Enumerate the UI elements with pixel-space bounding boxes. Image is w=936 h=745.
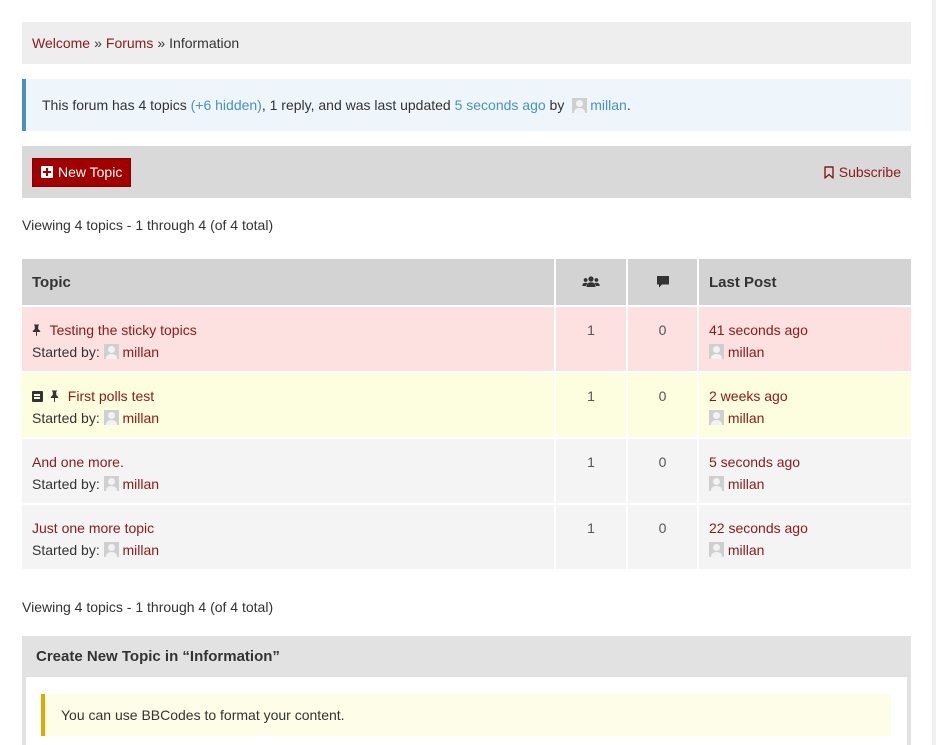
posts-count: 0 xyxy=(628,373,699,437)
notice-middle: , 1 reply, and was last updated xyxy=(261,97,455,113)
subscribe-label: Subscribe xyxy=(838,164,901,180)
breadcrumb-separator: » xyxy=(94,35,102,51)
topic-title-link[interactable]: First polls test xyxy=(68,388,154,404)
poll-icon xyxy=(32,391,43,402)
avatar-icon[interactable] xyxy=(709,476,724,491)
notice-user-link[interactable]: millan xyxy=(590,97,627,113)
last-post-cell: 5 seconds ago millan xyxy=(699,439,911,503)
avatar-icon[interactable] xyxy=(572,97,588,113)
last-post-cell: 2 weeks ago millan xyxy=(699,373,911,437)
pagination-count-top: Viewing 4 topics - 1 through 4 (of 4 tot… xyxy=(22,217,274,233)
last-updated-link[interactable]: 5 seconds ago xyxy=(455,97,546,113)
avatar-icon[interactable] xyxy=(103,410,119,425)
posts-count: 0 xyxy=(628,307,699,371)
table-row: Just one more topic Started by: millan 1… xyxy=(22,505,911,571)
last-post-user-link[interactable]: millan xyxy=(728,410,765,426)
table-row: Testing the sticky topics Started by: mi… xyxy=(22,307,911,373)
comment-icon xyxy=(656,276,669,288)
header-topic: Topic xyxy=(22,259,556,305)
table-row: And one more. Started by: millan 1 0 5 s… xyxy=(22,439,911,505)
pagination-count-bottom: Viewing 4 topics - 1 through 4 (of 4 tot… xyxy=(22,599,274,615)
voices-count: 1 xyxy=(556,439,628,503)
breadcrumb-welcome-link[interactable]: Welcome xyxy=(32,35,90,51)
started-by-label: Started by: xyxy=(32,344,100,360)
posts-count: 0 xyxy=(628,505,699,569)
scrollbar-track[interactable] xyxy=(932,0,936,745)
bookmark-icon xyxy=(824,165,834,179)
new-topic-label: New Topic xyxy=(58,164,123,180)
last-post-cell: 41 seconds ago millan xyxy=(699,307,911,371)
started-by-label: Started by: xyxy=(32,410,100,426)
header-posts xyxy=(628,259,699,305)
topic-cell: First polls test Started by: millan xyxy=(22,373,556,437)
topic-cell: And one more. Started by: millan xyxy=(22,439,556,503)
topic-title-link[interactable]: Testing the sticky topics xyxy=(50,322,197,338)
voices-count: 1 xyxy=(556,505,628,569)
breadcrumb-current: Information xyxy=(169,35,240,51)
table-row: First polls test Started by: millan 1 0 … xyxy=(22,373,911,439)
topic-title-link[interactable]: And one more. xyxy=(32,454,124,470)
breadcrumb-separator: » xyxy=(157,35,166,51)
pin-icon xyxy=(32,324,41,336)
hidden-topics-link[interactable]: (+6 hidden) xyxy=(191,97,262,113)
avatar-icon[interactable] xyxy=(103,542,119,557)
users-icon xyxy=(582,276,600,287)
last-post-cell: 22 seconds ago millan xyxy=(699,505,911,569)
avatar-icon[interactable] xyxy=(709,542,724,557)
started-by-label: Started by: xyxy=(32,542,100,558)
topic-cell: Testing the sticky topics Started by: mi… xyxy=(22,307,556,371)
create-topic-form: Create New Topic in “Information” You ca… xyxy=(22,636,911,745)
notice-prefix: This forum has 4 topics xyxy=(42,97,191,113)
topic-title-link[interactable]: Just one more topic xyxy=(32,520,154,536)
forum-info-notice: This forum has 4 topics (+6 hidden) , 1 … xyxy=(22,79,911,131)
notice-suffix: . xyxy=(626,97,631,113)
pin-icon xyxy=(50,390,59,402)
topic-author-link[interactable]: millan xyxy=(122,344,159,360)
voices-count: 1 xyxy=(556,373,628,437)
create-topic-body: You can use BBCodes to format your conte… xyxy=(26,677,907,745)
last-post-time-link[interactable]: 41 seconds ago xyxy=(709,322,808,338)
last-post-time-link[interactable]: 2 weeks ago xyxy=(709,388,788,404)
avatar-icon[interactable] xyxy=(103,344,119,359)
notice-by: by xyxy=(545,97,569,113)
last-post-user-link[interactable]: millan xyxy=(728,542,765,558)
last-post-user-link[interactable]: millan xyxy=(728,344,765,360)
posts-count: 0 xyxy=(628,439,699,503)
last-post-time-link[interactable]: 22 seconds ago xyxy=(709,520,808,536)
started-by-label: Started by: xyxy=(32,476,100,492)
plus-square-icon xyxy=(41,166,53,178)
avatar-icon[interactable] xyxy=(709,410,724,425)
table-header: Topic Last Post xyxy=(22,259,911,307)
avatar-icon[interactable] xyxy=(709,344,724,359)
topic-author-link[interactable]: millan xyxy=(122,542,159,558)
header-last-post: Last Post xyxy=(709,273,777,291)
voices-count: 1 xyxy=(556,307,628,371)
forum-toolbar: New Topic Subscribe xyxy=(22,146,911,198)
breadcrumb: Welcome » Forums » Information xyxy=(22,22,911,64)
last-post-time-link[interactable]: 5 seconds ago xyxy=(709,454,800,470)
topic-author-link[interactable]: millan xyxy=(122,476,159,492)
topic-cell: Just one more topic Started by: millan xyxy=(22,505,556,569)
subscribe-link[interactable]: Subscribe xyxy=(824,164,901,180)
avatar-icon[interactable] xyxy=(103,476,119,491)
topics-table: Topic Last Post Testing the sticky topic… xyxy=(22,259,911,571)
header-voices xyxy=(556,259,628,305)
new-topic-button[interactable]: New Topic xyxy=(32,157,132,187)
breadcrumb-forums-link[interactable]: Forums xyxy=(106,35,153,51)
create-topic-title: Create New Topic in “Information” xyxy=(36,648,280,665)
topic-author-link[interactable]: millan xyxy=(122,410,159,426)
bbcode-notice: You can use BBCodes to format your conte… xyxy=(41,694,891,736)
last-post-user-link[interactable]: millan xyxy=(728,476,765,492)
